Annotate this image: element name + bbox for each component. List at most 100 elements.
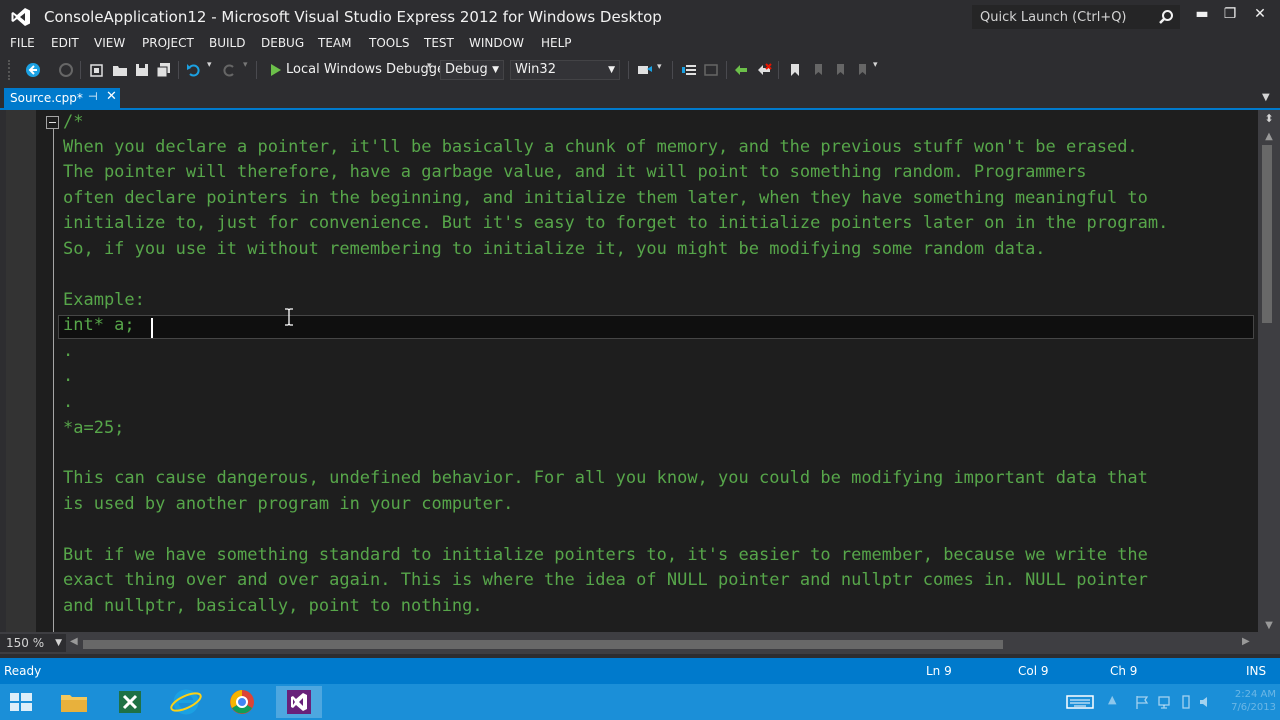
active-files-dropdown-icon[interactable]: ▼	[1262, 92, 1274, 104]
comment-out-icon[interactable]	[732, 61, 750, 79]
standard-toolbar: ▾ ▾ Local Windows Debugger ▾ Debug ▼ Win…	[0, 56, 1280, 84]
menu-build[interactable]: BUILD	[209, 36, 245, 50]
redo-dropdown-icon[interactable]: ▾	[243, 60, 248, 70]
clock-time: 2:24 AM	[1234, 689, 1276, 700]
menu-help[interactable]: HELP	[541, 36, 572, 50]
debugger-label[interactable]: Local Windows Debugger	[286, 62, 450, 77]
platform-value: Win32	[515, 62, 556, 77]
windows-taskbar: ▲ 2:24 AM 7/6/2013	[0, 684, 1280, 720]
status-ready: Ready	[4, 664, 42, 678]
menu-test[interactable]: TEST	[424, 36, 454, 50]
menu-tools[interactable]: TOOLS	[369, 36, 410, 50]
chrome-icon[interactable]	[222, 686, 262, 718]
volume-icon[interactable]	[1198, 694, 1214, 710]
find-dropdown-icon[interactable]: ▾	[657, 62, 662, 72]
menu-project[interactable]: PROJECT	[142, 36, 194, 50]
code-line-20: and nullptr, basically, point to nothing…	[63, 596, 483, 616]
code-line-1: /*	[63, 112, 84, 132]
configuration-select[interactable]: Debug ▼	[440, 60, 504, 80]
quick-launch[interactable]	[972, 5, 1180, 29]
toolbar-separator	[178, 61, 179, 79]
outline-guide	[53, 129, 54, 632]
menu-window[interactable]: WINDOW	[469, 36, 524, 50]
indent-icon[interactable]	[680, 61, 698, 79]
find-in-files-icon[interactable]	[636, 61, 654, 79]
bookmark-icon[interactable]	[786, 61, 804, 79]
menu-view[interactable]: VIEW	[94, 36, 125, 50]
power-icon[interactable]	[1178, 694, 1194, 710]
minimize-button[interactable]: ▬	[1190, 4, 1214, 24]
scroll-down-icon[interactable]: ▼	[1263, 620, 1275, 631]
open-file-icon[interactable]	[111, 61, 129, 79]
split-window-icon[interactable]: ⬍	[1262, 112, 1276, 126]
chevron-down-icon: ▼	[492, 65, 499, 75]
undo-dropdown-icon[interactable]: ▾	[207, 60, 212, 70]
toolbar-grip[interactable]	[8, 60, 12, 80]
tab-close-icon[interactable]: ✕	[106, 89, 117, 104]
close-button[interactable]: ✕	[1248, 4, 1272, 24]
zoom-select[interactable]: 150 % ▼	[0, 634, 66, 652]
scroll-up-icon[interactable]: ▲	[1263, 131, 1275, 142]
toolbar-separator	[256, 61, 257, 79]
title-bar: ConsoleApplication12 - Microsoft Visual …	[0, 0, 1280, 34]
vertical-scroll-thumb[interactable]	[1262, 145, 1272, 323]
start-debugging-icon[interactable]	[266, 61, 284, 79]
menu-team[interactable]: TEAM	[318, 36, 351, 50]
quick-launch-input[interactable]	[972, 5, 1152, 29]
code-line-15: This can cause dangerous, undefined beha…	[63, 468, 1148, 488]
touch-keyboard-icon[interactable]	[1066, 694, 1094, 710]
platform-select[interactable]: Win32 ▼	[510, 60, 620, 80]
pin-icon[interactable]: ⊣	[88, 90, 98, 103]
scroll-right-icon[interactable]: ▶	[1242, 636, 1252, 650]
code-line-11: .	[63, 366, 74, 386]
internet-explorer-icon[interactable]	[166, 686, 206, 718]
uncomment-icon[interactable]	[755, 61, 773, 79]
clear-bookmarks-icon[interactable]	[853, 61, 871, 79]
toolbar-overflow-icon[interactable]: ▾	[873, 60, 878, 70]
collapse-region-icon[interactable]	[46, 116, 59, 129]
next-bookmark-icon[interactable]	[831, 61, 849, 79]
search-icon[interactable]	[1158, 9, 1174, 25]
navigate-forward-icon[interactable]	[57, 61, 75, 79]
save-icon[interactable]	[133, 61, 151, 79]
tab-source-cpp[interactable]: Source.cpp* ⊣ ✕	[4, 88, 120, 108]
network-icon[interactable]	[1156, 694, 1172, 710]
windows-start-icon[interactable]	[0, 686, 42, 718]
code-line-4: often declare pointers in the beginning,…	[63, 188, 1148, 208]
code-line-13: *a=25;	[63, 418, 125, 438]
horizontal-scroll-thumb[interactable]	[83, 640, 1003, 649]
outdent-icon[interactable]	[702, 61, 720, 79]
chevron-down-icon: ▼	[608, 65, 615, 75]
toolbar-separator	[628, 61, 629, 79]
file-explorer-icon[interactable]	[54, 686, 94, 718]
action-center-flag-icon[interactable]	[1134, 694, 1150, 710]
debugger-dropdown-icon[interactable]: ▾	[427, 61, 432, 71]
restore-button[interactable]: ❐	[1218, 4, 1242, 24]
menu-debug[interactable]: DEBUG	[261, 36, 304, 50]
toolbar-separator	[80, 61, 81, 79]
show-hidden-icons-icon[interactable]: ▲	[1108, 693, 1124, 709]
undo-icon[interactable]	[185, 61, 203, 79]
menu-file[interactable]: FILE	[10, 36, 35, 50]
previous-bookmark-icon[interactable]	[809, 61, 827, 79]
new-project-icon[interactable]	[88, 61, 106, 79]
taskbar-clock[interactable]: 2:24 AM 7/6/2013	[1220, 688, 1276, 714]
indicator-margin[interactable]	[6, 110, 36, 632]
code-editor[interactable]: /* When you declare a pointer, it'll be …	[0, 110, 1258, 632]
toolbar-separator	[726, 61, 727, 79]
editor-bottom-bar: 150 % ▼ ◀ ▶	[0, 632, 1280, 654]
scroll-left-icon[interactable]: ◀	[70, 636, 80, 650]
text-caret	[151, 318, 153, 338]
navigate-back-icon[interactable]	[24, 61, 42, 79]
code-line-2: When you declare a pointer, it'll be bas…	[63, 137, 1138, 157]
ibeam-cursor-icon	[285, 308, 293, 326]
redo-icon[interactable]	[220, 61, 238, 79]
menu-bar: FILE EDIT VIEW PROJECT BUILD DEBUG TEAM …	[0, 34, 1280, 54]
save-all-icon[interactable]	[155, 61, 173, 79]
visual-studio-taskbar-button[interactable]	[276, 686, 322, 718]
code-line-8: Example:	[63, 290, 145, 310]
status-insert-mode: INS	[1246, 664, 1267, 678]
excel-icon[interactable]	[110, 686, 150, 718]
menu-edit[interactable]: EDIT	[51, 36, 79, 50]
configuration-value: Debug	[445, 62, 488, 77]
